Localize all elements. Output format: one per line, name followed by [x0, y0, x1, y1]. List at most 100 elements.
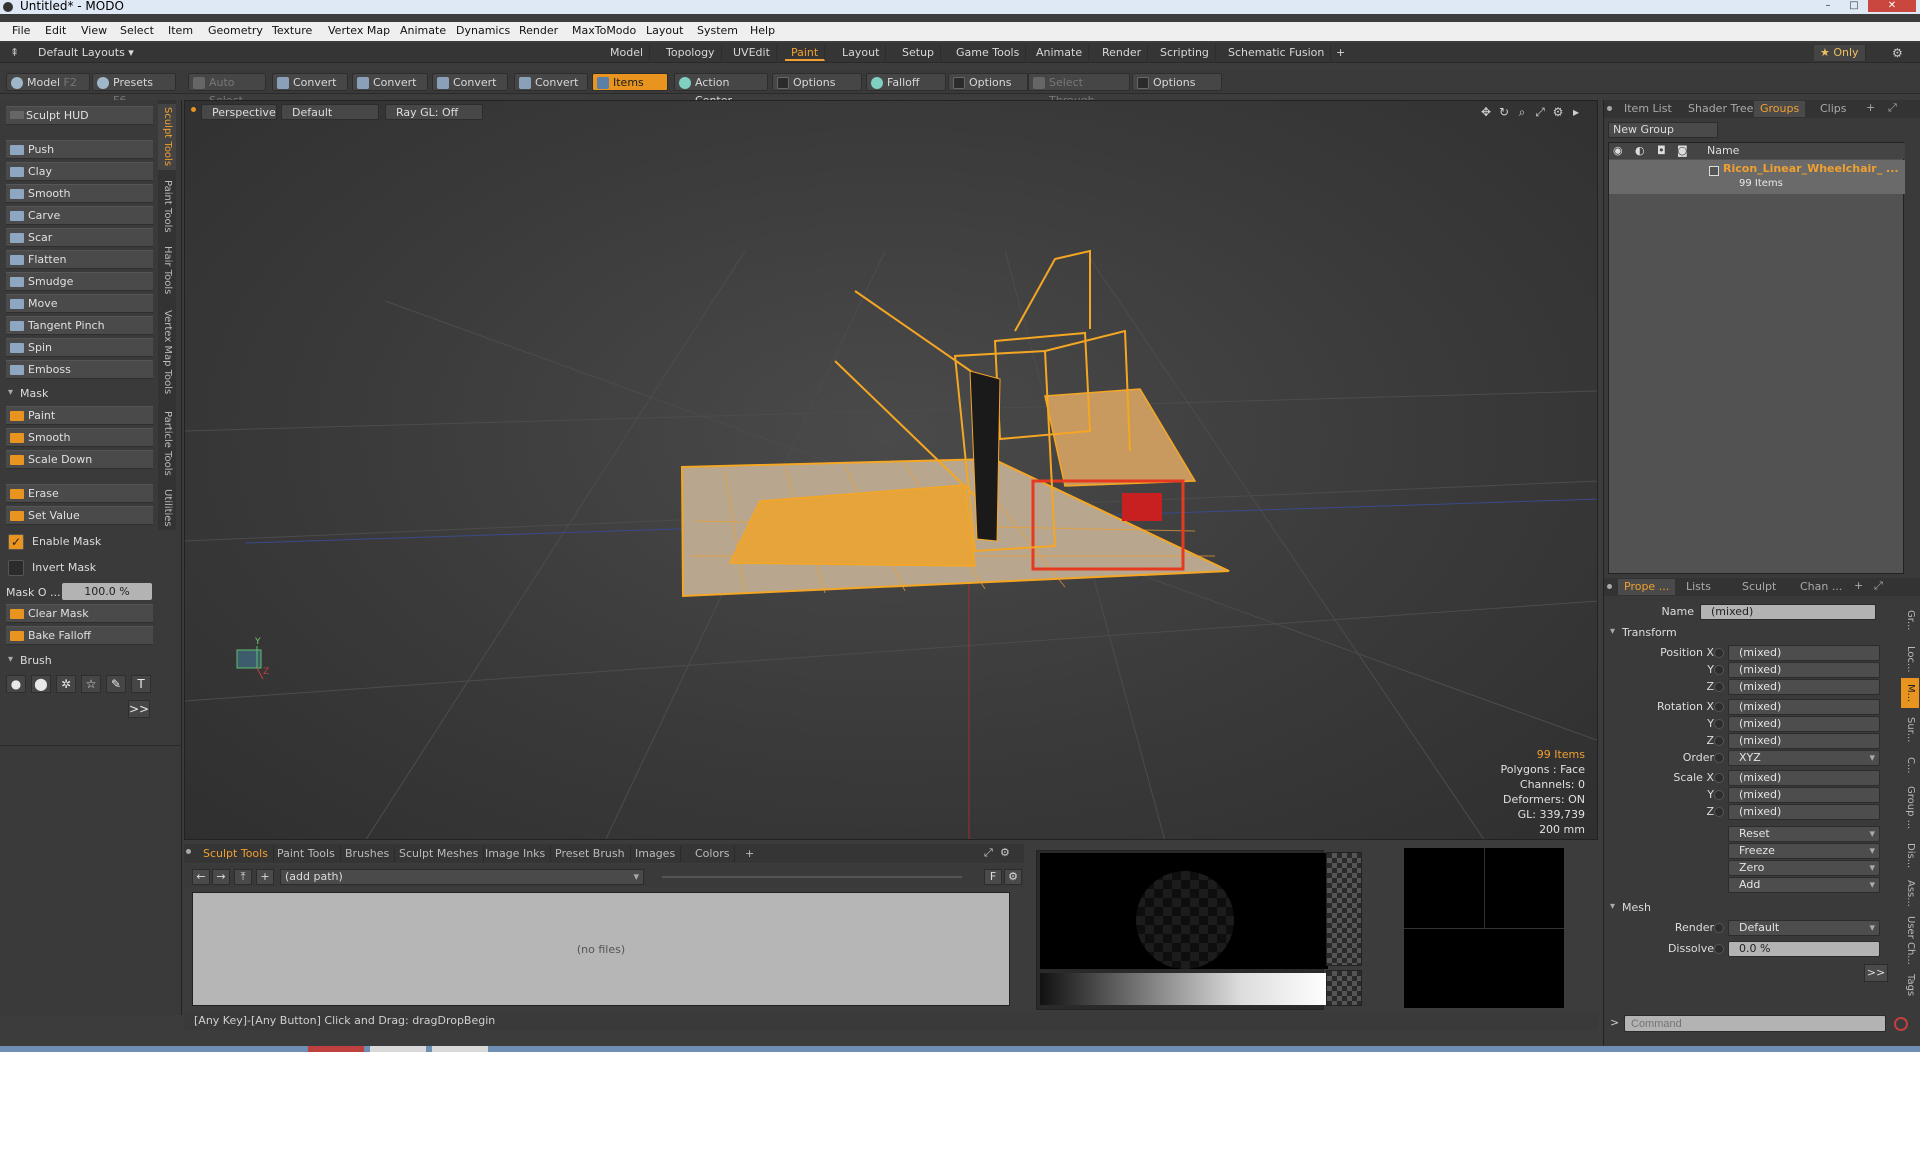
filter-button[interactable]: F [984, 869, 1002, 885]
falloff-button[interactable]: Falloff [866, 73, 946, 91]
group-row[interactable]: Ricon_Linear_Wheelchair_ ... 99 Items [1609, 160, 1905, 194]
add-panel-tab-icon[interactable]: + [1866, 101, 1875, 114]
lock-icon[interactable]: ◘ [1657, 143, 1666, 159]
path-dropdown[interactable]: (add path) ▾ [280, 869, 644, 885]
browser-add-tab-button[interactable]: + [740, 846, 759, 862]
side-tab-c[interactable]: C... [1901, 752, 1919, 778]
taskbar-app-3[interactable] [432, 1046, 488, 1052]
only-toggle[interactable]: ★ Only [1814, 45, 1866, 61]
keyframe-icon[interactable] [1714, 753, 1724, 763]
convert-edges-button[interactable]: Convert [352, 73, 428, 91]
tab-sculpt[interactable]: Sculpt [1736, 579, 1782, 595]
tool-scar[interactable]: Scar [6, 228, 153, 247]
tool-move[interactable]: Move [6, 294, 153, 313]
add-layout-tab-button[interactable]: + [1330, 45, 1351, 61]
mask-opacity-slider[interactable]: 100.0 % [62, 583, 152, 600]
tab-topology[interactable]: Topology [660, 45, 722, 61]
side-tab-surface[interactable]: Sur... [1901, 710, 1919, 750]
sculpt-hud-button[interactable]: Sculpt HUD [6, 106, 153, 125]
browser-tab-images[interactable]: Images [630, 846, 682, 862]
menu-dynamics[interactable]: Dynamics [456, 24, 510, 37]
brush-procedural-icon[interactable]: ✎ [106, 675, 126, 693]
auto-select-button[interactable]: Auto Select [188, 73, 266, 107]
side-tab-hair-tools[interactable]: Hair Tools [158, 242, 176, 298]
freeze-dropdown[interactable]: Freeze [1728, 843, 1880, 859]
action-center-options-button[interactable]: Options [772, 73, 862, 91]
keyframe-icon[interactable] [1714, 790, 1724, 800]
browser-gear-icon[interactable]: ⚙ [1000, 846, 1010, 859]
mesh-section-header[interactable]: Mesh [1610, 901, 1651, 914]
keyframe-icon[interactable] [1714, 807, 1724, 817]
tab-clips[interactable]: Clips [1814, 101, 1853, 117]
position-y-field[interactable]: (mixed) [1728, 662, 1880, 678]
keyframe-icon[interactable] [1714, 682, 1724, 692]
clear-mask-button[interactable]: Clear Mask [6, 604, 153, 623]
mask-scale-down-button[interactable]: Scale Down [6, 450, 153, 469]
tab-layout[interactable]: Layout [836, 45, 887, 61]
brush-hard-icon[interactable]: ⬤ [31, 675, 51, 693]
side-tab-locator[interactable]: Loc... [1901, 642, 1919, 676]
presets-button[interactable]: Presets F6 [92, 73, 176, 107]
forward-arrow-icon[interactable]: → [212, 869, 230, 885]
tab-game-tools[interactable]: Game Tools [950, 45, 1027, 61]
menu-system[interactable]: System [697, 24, 738, 37]
rotation-z-field[interactable]: (mixed) [1728, 733, 1880, 749]
tab-shader-tree[interactable]: Shader Tree [1682, 101, 1759, 117]
model-mode-button[interactable]: Model F2 [6, 73, 90, 91]
keyframe-icon[interactable] [1714, 719, 1724, 729]
position-x-field[interactable]: (mixed) [1728, 645, 1880, 661]
record-icon[interactable] [1894, 1017, 1908, 1031]
more-properties-button[interactable]: >> [1864, 964, 1888, 982]
side-tab-tags[interactable]: Tags [1901, 970, 1919, 1000]
menu-layout[interactable]: Layout [646, 24, 683, 37]
up-folder-icon[interactable]: ⤒ [234, 869, 252, 885]
side-tab-mesh[interactable]: M... [1901, 678, 1919, 708]
tab-channels[interactable]: Chan ... [1794, 579, 1848, 595]
thumbnail-size-slider[interactable] [662, 876, 962, 878]
zero-dropdown[interactable]: Zero [1728, 860, 1880, 876]
close-icon[interactable]: ✕ [1868, 0, 1916, 12]
transform-section-header[interactable]: Transform [1610, 626, 1677, 639]
tab-lists[interactable]: Lists [1680, 579, 1717, 595]
tab-setup[interactable]: Setup [896, 45, 942, 61]
position-z-field[interactable]: (mixed) [1728, 679, 1880, 695]
tab-render[interactable]: Render [1096, 45, 1149, 61]
panel-menu-icon[interactable] [1607, 106, 1612, 111]
tab-scripting[interactable]: Scripting [1154, 45, 1216, 61]
rotation-y-field[interactable]: (mixed) [1728, 716, 1880, 732]
side-tab-vertex-map-tools[interactable]: Vertex Map Tools [158, 304, 176, 400]
panel-expand-icon[interactable]: ⤢ [1888, 101, 1897, 115]
mask-smooth-button[interactable]: Smooth [6, 428, 153, 447]
action-center-button[interactable]: Action Center [674, 73, 768, 107]
menu-animate[interactable]: Animate [400, 24, 446, 37]
invert-mask-checkbox[interactable]: Invert Mask [6, 557, 156, 579]
3d-viewport[interactable]: Perspective Default Ray GL: Off ✥ ↻ ⌕ ⤢ … [184, 100, 1598, 840]
tool-flatten[interactable]: Flatten [6, 250, 153, 269]
browser-tab-brushes[interactable]: Brushes [340, 846, 396, 862]
mask-paint-button[interactable]: Paint [6, 406, 153, 425]
keyframe-icon[interactable] [1714, 665, 1724, 675]
new-group-button[interactable]: New Group [1608, 122, 1718, 138]
tab-animate[interactable]: Animate [1030, 45, 1090, 61]
browser-tab-paint-tools[interactable]: Paint Tools [272, 846, 341, 862]
tab-item-list[interactable]: Item List [1618, 101, 1678, 117]
tool-emboss[interactable]: Emboss [6, 360, 153, 379]
side-tab-utilities[interactable]: Utilities [158, 486, 176, 530]
scale-x-field[interactable]: (mixed) [1728, 770, 1880, 786]
menu-select[interactable]: Select [120, 24, 154, 37]
brush-text-icon[interactable]: T [131, 675, 151, 693]
select-options-button[interactable]: Options [1132, 73, 1222, 91]
side-tab-group[interactable]: Gr... [1901, 600, 1919, 640]
tab-groups[interactable]: Groups [1754, 101, 1806, 117]
browser-tab-preset-brush[interactable]: Preset Brush [550, 846, 631, 862]
add-dropdown[interactable]: Add [1728, 877, 1880, 893]
tool-spin[interactable]: Spin [6, 338, 153, 357]
props-expand-icon[interactable]: ⤢ [1874, 579, 1883, 593]
brush-star-icon[interactable]: ☆ [81, 675, 101, 693]
enable-mask-checkbox[interactable]: ✓ Enable Mask [6, 531, 156, 553]
brush-soft-icon[interactable]: ● [6, 675, 26, 693]
tool-smooth[interactable]: Smooth [6, 184, 153, 203]
file-browser-area[interactable]: (no files) [192, 892, 1010, 1006]
keyframe-icon[interactable] [1714, 773, 1724, 783]
mask-section-header[interactable]: Mask [6, 387, 156, 400]
